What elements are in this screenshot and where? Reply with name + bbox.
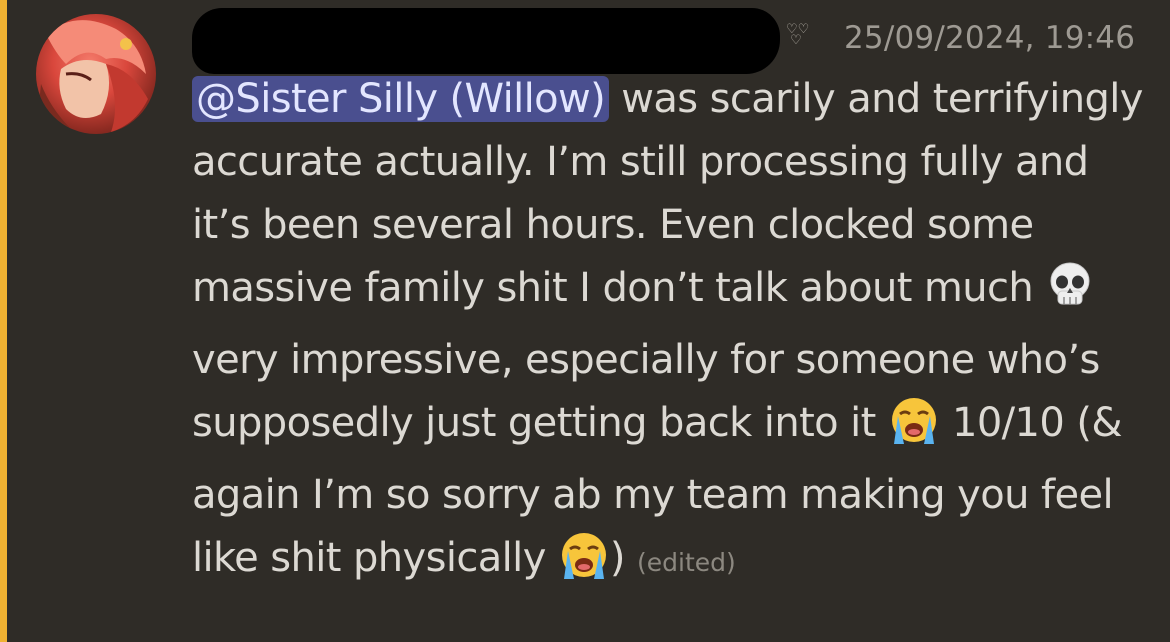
message-header: ♡♡ ♡ 25/09/2024, 19:46 [192, 6, 1142, 74]
user-mention[interactable]: @Sister Silly (Willow) [192, 76, 610, 122]
skull-icon[interactable] [1045, 260, 1095, 329]
redacted-username[interactable] [192, 8, 780, 74]
message-text-4: ) [609, 535, 626, 581]
highlight-accent-bar [0, 0, 7, 642]
avatar-illustration [36, 20, 148, 134]
message-content: @Sister Silly (Willow) was scarily and t… [192, 68, 1152, 599]
edited-label: (edited) [637, 548, 736, 577]
loudly-crying-face-icon[interactable] [888, 395, 940, 464]
avatar[interactable] [36, 14, 156, 134]
message-timestamp[interactable]: 25/09/2024, 19:46 [844, 20, 1135, 56]
heart-doodle-icon: ♡♡ ♡ [786, 22, 810, 48]
loudly-crying-face-icon[interactable] [558, 530, 610, 599]
